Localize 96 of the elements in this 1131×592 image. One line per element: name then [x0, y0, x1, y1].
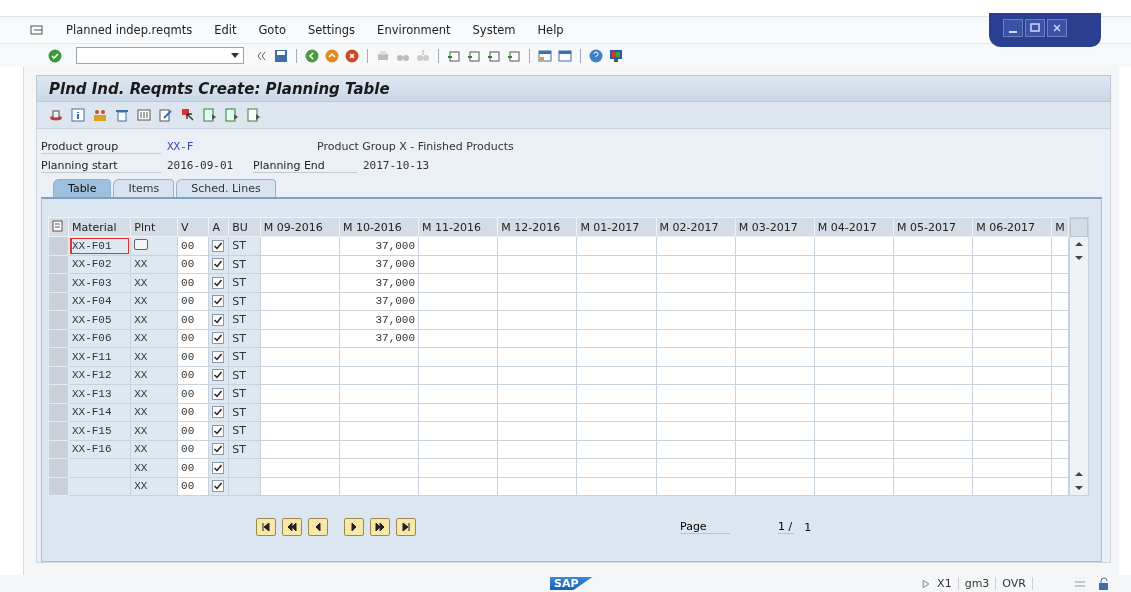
people-icon[interactable] — [93, 108, 107, 122]
system-name[interactable]: X1 — [931, 577, 959, 590]
column-header[interactable]: V — [177, 217, 209, 237]
column-header[interactable]: M 04-2017 — [814, 217, 894, 237]
help-icon[interactable] — [589, 48, 603, 63]
checkbox[interactable] — [212, 295, 225, 308]
hat-icon[interactable] — [49, 108, 63, 122]
previous-page-button[interactable] — [282, 518, 302, 536]
checkbox[interactable] — [212, 239, 225, 252]
menu-icon[interactable] — [30, 23, 44, 37]
up-icon[interactable] — [325, 48, 339, 63]
checkbox[interactable] — [212, 480, 225, 493]
page-number: 1 / — [778, 520, 795, 534]
previous-button[interactable] — [308, 518, 328, 536]
column-settings-icon[interactable] — [48, 217, 69, 237]
new-window-icon[interactable] — [538, 48, 552, 63]
menu-item[interactable]: System — [472, 23, 516, 37]
column-header[interactable]: M 09-2016 — [260, 217, 340, 237]
checkbox[interactable] — [212, 443, 225, 456]
tab[interactable]: Sched. Lines — [176, 179, 276, 197]
column-header[interactable]: M 05-2017 — [893, 217, 973, 237]
cancel-icon[interactable] — [345, 48, 359, 63]
menu-item[interactable]: Help — [537, 23, 564, 37]
arrow-icon — [400, 521, 412, 533]
close-button[interactable] — [1047, 19, 1067, 37]
column-header[interactable]: M 06-2017 — [972, 217, 1052, 237]
check-icon[interactable] — [48, 48, 62, 63]
menu-item[interactable]: Environment — [377, 23, 451, 37]
field-label: Planning End — [253, 158, 357, 173]
field-label: Product group — [41, 139, 161, 154]
insert-mode: OVR — [996, 577, 1033, 590]
menu-item[interactable]: Settings — [307, 23, 356, 37]
column-header[interactable]: M 12-2016 — [497, 217, 577, 237]
client-name: gm3 — [958, 577, 997, 590]
scroll-bar[interactable] — [1069, 217, 1089, 496]
first-page-button[interactable] — [256, 518, 276, 536]
page-label: Page — [680, 520, 730, 534]
window-icon[interactable] — [558, 48, 572, 63]
monitor-icon[interactable] — [609, 48, 623, 63]
field-value: XX-F — [166, 140, 195, 153]
column-header[interactable]: Material — [68, 217, 131, 237]
checkbox[interactable] — [212, 369, 225, 382]
arrow-icon — [286, 521, 298, 533]
play-icon[interactable] — [921, 578, 932, 589]
close-icon — [1052, 23, 1062, 33]
column-header[interactable]: M 10-2016 — [339, 217, 419, 237]
save-icon[interactable] — [274, 48, 288, 63]
column-header[interactable]: M 02-2017 — [656, 217, 736, 237]
column-header[interactable]: M 03-2017 — [735, 217, 815, 237]
checkbox[interactable] — [212, 258, 225, 271]
columns-icon[interactable] — [137, 108, 151, 122]
minimize-button[interactable] — [1003, 19, 1023, 37]
checkbox[interactable] — [212, 313, 225, 326]
dropdown-icon[interactable] — [231, 52, 239, 59]
menu-item[interactable]: Edit — [214, 23, 237, 37]
column-header[interactable]: M 11-2016 — [418, 217, 498, 237]
back-icon[interactable] — [305, 48, 319, 63]
checkbox[interactable] — [212, 332, 225, 345]
deselect-icon[interactable] — [247, 108, 261, 122]
screen-title: Plnd Ind. Reqmts Create: Planning Table — [49, 79, 390, 98]
last-page-button[interactable] — [396, 518, 416, 536]
trash-icon[interactable] — [115, 108, 129, 122]
command-field[interactable] — [76, 47, 244, 64]
checkbox[interactable] — [212, 461, 225, 474]
field-label: Planning start — [41, 158, 161, 173]
menu-item[interactable]: Goto — [258, 23, 286, 37]
checkbox[interactable] — [212, 387, 225, 400]
lock-icon[interactable] — [1097, 576, 1111, 591]
column-header[interactable]: Plnt — [130, 217, 178, 237]
field-value: 2017-10-13 — [362, 159, 431, 172]
checkbox[interactable] — [212, 406, 225, 419]
logo: SAP — [550, 577, 593, 590]
column-header[interactable]: BU — [228, 217, 261, 237]
column-header[interactable]: M 01-2017 — [576, 217, 657, 237]
tab[interactable]: Table — [53, 179, 112, 197]
field-value: 2016-09-01 — [166, 159, 235, 172]
info-icon[interactable] — [71, 108, 85, 122]
arrow-icon — [374, 521, 386, 533]
next-page-button[interactable] — [370, 518, 390, 536]
arrow-icon — [260, 521, 272, 533]
value-help-button[interactable] — [134, 238, 149, 250]
select-block-icon[interactable] — [225, 108, 239, 122]
cursor-icon[interactable] — [181, 108, 195, 122]
field-description: Product Group X - Finished Products — [316, 140, 515, 153]
checkbox[interactable] — [212, 276, 225, 289]
maximize-icon — [1030, 23, 1040, 33]
page-total: 1 — [804, 520, 812, 534]
maximize-button[interactable] — [1025, 19, 1045, 37]
checkbox[interactable] — [212, 424, 225, 437]
menu-item[interactable]: Planned indep.reqmts — [66, 23, 193, 37]
select-all-icon[interactable] — [203, 108, 217, 122]
minimize-icon — [1008, 31, 1018, 33]
edit-icon[interactable] — [159, 108, 173, 122]
checkbox[interactable] — [212, 350, 225, 363]
next-button[interactable] — [344, 518, 364, 536]
tab[interactable]: Items — [113, 179, 175, 197]
